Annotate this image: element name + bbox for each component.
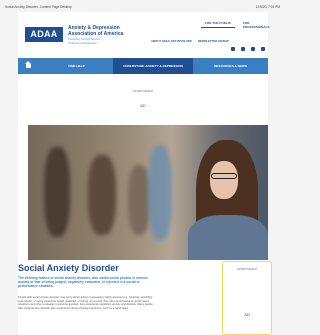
- side-ad-label: ADVERTISEMENT: [236, 268, 258, 271]
- tagline-line2: Treatment and Education: [68, 42, 98, 46]
- get-involved-link[interactable]: GET INVOLVED: [171, 39, 192, 43]
- for-professionals-link[interactable]: FOR PROFESSIONALS: [239, 21, 273, 31]
- ad-placeholder: AD: [140, 103, 146, 108]
- top-ad-slot[interactable]: ADVERTISEMENT AD: [18, 74, 268, 119]
- nav-understand-anxiety-depression[interactable]: UNDERSTAND ANXIETY & DEPRESSION: [113, 58, 193, 74]
- side-ad-placeholder: AD: [244, 312, 250, 317]
- instagram-icon[interactable]: [250, 47, 255, 51]
- nav-resources-news[interactable]: RESOURCES & NEWS: [193, 58, 268, 74]
- print-page-title: Social Anxiety Disorder- Content Page De…: [5, 5, 72, 9]
- site-header: ADAA Anxiety & Depression Association of…: [18, 12, 269, 69]
- for-the-public-link[interactable]: FOR THE PUBLIC: [201, 21, 235, 28]
- home-icon[interactable]: [18, 58, 40, 74]
- tagline-line1: Promoting Through Science,: [68, 38, 101, 42]
- hero-image: [28, 125, 268, 260]
- nav-find-help[interactable]: FIND HELP: [40, 58, 113, 74]
- side-ad-slot[interactable]: ADVERTISEMENT AD: [222, 261, 272, 335]
- about-adaa-link[interactable]: ABOUT ADAA: [151, 39, 170, 43]
- ad-label: ADVERTISEMENT: [132, 90, 154, 93]
- newsletter-signup-link[interactable]: NEWSLETTER SIGNUP: [198, 39, 229, 43]
- article-lede: The defining feature of social anxiety d…: [18, 276, 148, 289]
- org-name-line2: Association of America: [68, 30, 124, 37]
- youtube-icon[interactable]: [260, 47, 265, 51]
- twitter-icon[interactable]: [231, 47, 235, 51]
- org-name: Anxiety & Depression Association of Amer…: [68, 25, 158, 46]
- social-icons: [231, 38, 267, 69]
- article-body: People with social anxiety disorder may …: [18, 296, 153, 310]
- print-datetime: 12/5/20, 7:01 PM: [255, 5, 280, 9]
- main-nav: FIND HELP UNDERSTAND ANXIETY & DEPRESSIO…: [18, 58, 268, 74]
- print-header: Social Anxiety Disorder- Content Page De…: [0, 0, 285, 12]
- adaa-logo[interactable]: ADAA: [25, 27, 63, 42]
- page-title: Social Anxiety Disorder: [18, 263, 119, 273]
- facebook-icon[interactable]: [240, 47, 245, 51]
